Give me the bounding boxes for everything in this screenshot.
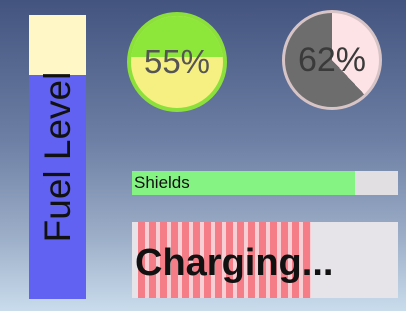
- charging-bar: Charging...: [132, 222, 398, 298]
- shields-bar: Shields: [132, 171, 398, 195]
- fuel-level-empty-portion: [29, 15, 86, 75]
- shields-bar-label: Shields: [134, 173, 190, 192]
- percentage-fill-gauge-label: 55%: [143, 43, 211, 80]
- fuel-level-gauge: Fuel Level: [29, 15, 86, 299]
- fuel-level-label: Fuel Level: [36, 71, 78, 243]
- percentage-fill-gauge: 55%: [127, 12, 227, 112]
- percentage-pie-gauge: 62%: [282, 10, 382, 110]
- charging-bar-label: Charging...: [135, 241, 334, 284]
- percentage-pie-gauge-label: 62%: [297, 40, 367, 79]
